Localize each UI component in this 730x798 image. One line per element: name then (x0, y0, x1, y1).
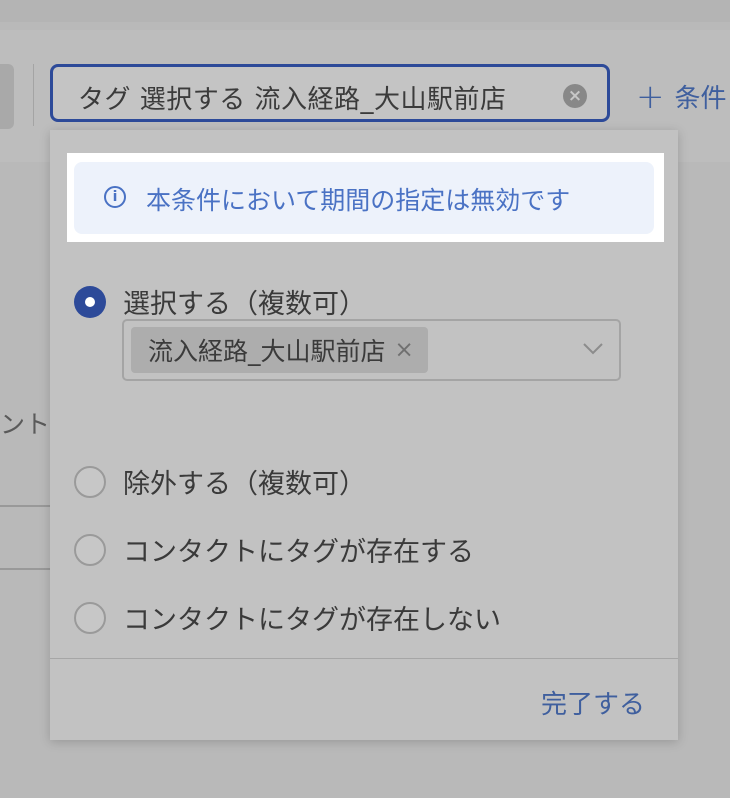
background-divider (0, 505, 50, 507)
radio-include[interactable] (74, 285, 106, 318)
top-bar (0, 0, 730, 22)
background-partial-text: ント (0, 410, 51, 439)
info-message: 本条件において期間の指定は無効です (146, 186, 571, 215)
option-tag-exists-label: コンタクトにタグが存在する (123, 537, 474, 568)
selected-tag-label: 流入経路_大山駅前店 (148, 337, 386, 366)
option-exclude-label: 除外する（複数可） (123, 469, 366, 500)
selected-tag: 流入経路_大山駅前店 × (131, 327, 428, 373)
tag-filter-chip[interactable]: タグ 選択する 流入経路_大山駅前店 × (50, 64, 610, 122)
previous-filter-chip[interactable] (0, 64, 14, 129)
add-condition-button[interactable]: + 条件 (636, 78, 727, 115)
toolbar-divider (33, 64, 34, 126)
option-tag-exists[interactable]: コンタクトにタグが存在する (74, 530, 474, 569)
radio-exclude[interactable] (74, 465, 106, 498)
option-exclude[interactable]: 除外する（複数可） (74, 462, 366, 501)
option-tag-not-exists[interactable]: コンタクトにタグが存在しない (74, 598, 501, 637)
chevron-down-icon[interactable] (581, 336, 605, 360)
radio-tag-exists[interactable] (74, 533, 106, 566)
option-tag-not-exists-label: コンタクトにタグが存在しない (123, 605, 501, 636)
plus-icon: + (636, 76, 665, 117)
remove-tag-icon[interactable]: × (395, 337, 414, 363)
option-include-label: 選択する（複数可） (123, 289, 366, 320)
clear-filter-icon[interactable]: × (563, 84, 587, 108)
option-include[interactable]: 選択する（複数可） (74, 282, 366, 321)
footer-divider (50, 658, 678, 659)
radio-tag-not-exists[interactable] (74, 601, 106, 634)
background-divider (0, 568, 50, 570)
add-condition-label: 条件 (674, 84, 727, 114)
info-banner: i 本条件において期間の指定は無効です (74, 162, 654, 234)
tag-select[interactable]: 流入経路_大山駅前店 × (122, 319, 621, 381)
info-icon: i (104, 186, 126, 208)
filter-chip-label: タグ 選択する 流入経路_大山駅前店 (78, 85, 507, 115)
done-button[interactable]: 完了する (541, 684, 645, 721)
info-highlight: i 本条件において期間の指定は無効です (67, 153, 664, 242)
